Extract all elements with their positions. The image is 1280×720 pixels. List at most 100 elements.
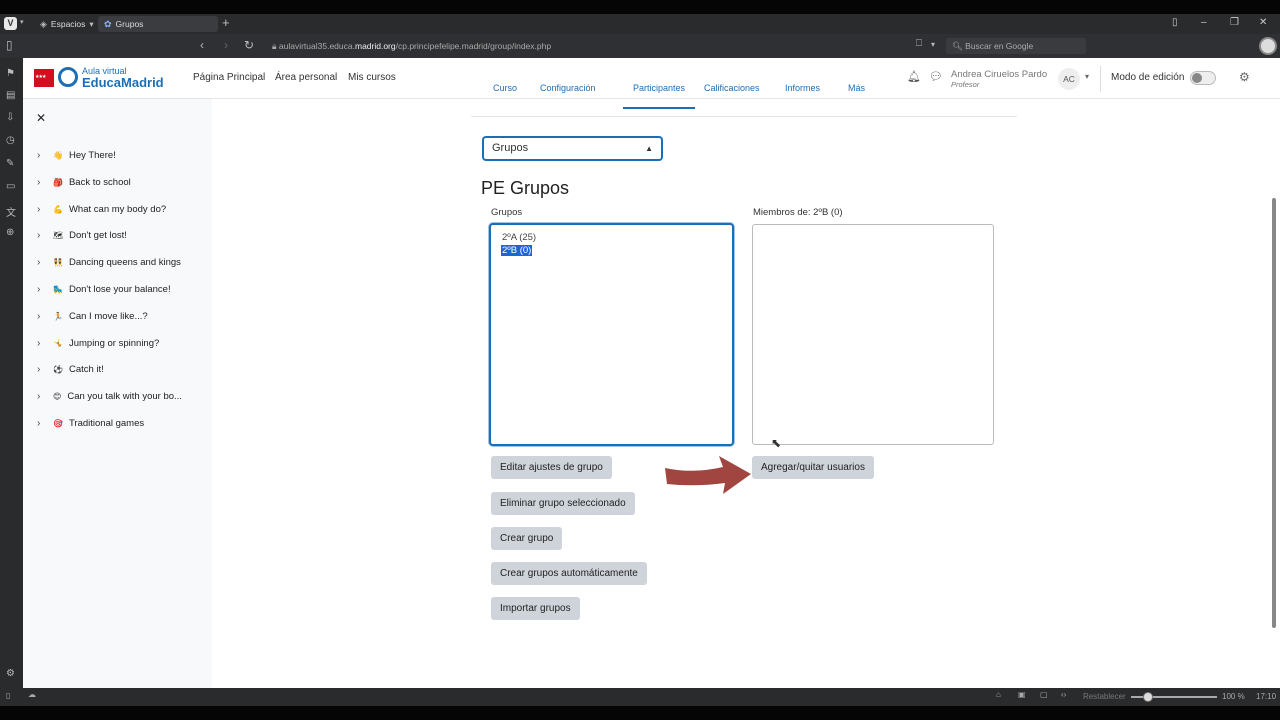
members-label: Miembros de: 2ºB (0) xyxy=(753,207,843,218)
reload-icon[interactable]: ↻ xyxy=(244,38,254,52)
nav-home[interactable]: Página Principal xyxy=(193,72,265,83)
section-label: Hey There! xyxy=(68,150,116,161)
tab-settings[interactable]: Configuración xyxy=(540,83,596,93)
close-window-icon[interactable]: ✕ xyxy=(1259,17,1267,28)
course-section-item[interactable]: › 🗺 Don't get lost! xyxy=(37,230,207,241)
close-icon[interactable]: ✕ xyxy=(36,111,46,125)
nav-dashboard[interactable]: Área personal xyxy=(275,72,337,83)
section-emoji-icon: ⚽ xyxy=(53,365,63,375)
tab-grades[interactable]: Calificaciones xyxy=(704,83,760,93)
image-icon[interactable]: ▣ xyxy=(1018,690,1026,699)
zoom-slider-thumb[interactable] xyxy=(1143,692,1153,702)
avatar[interactable]: AC xyxy=(1058,68,1080,90)
tab-grupos[interactable]: ✿ Grupos xyxy=(98,16,218,32)
delete-group-button[interactable]: Eliminar grupo seleccionado xyxy=(491,492,635,515)
chevron-right-icon[interactable]: › xyxy=(37,338,47,349)
chat-icon[interactable]: 💬︎ xyxy=(929,70,943,83)
create-group-button[interactable]: Crear grupo xyxy=(491,527,563,550)
downloads-icon[interactable]: ⇩ xyxy=(6,112,14,123)
chevron-right-icon[interactable]: › xyxy=(37,311,47,322)
trash-icon[interactable]: ▯ xyxy=(1172,17,1178,28)
tab-more[interactable]: Más xyxy=(848,83,865,93)
zoom-slider[interactable] xyxy=(1131,692,1217,702)
chevron-right-icon[interactable]: › xyxy=(37,284,47,295)
tab-course[interactable]: Curso xyxy=(493,83,517,93)
groups-listbox[interactable]: 2ºA (25) 2ºB (0) xyxy=(489,223,734,446)
back-icon[interactable]: ‹ xyxy=(200,38,204,52)
bookmark-menu-icon[interactable]: ▾ xyxy=(931,40,935,49)
panel-icon[interactable]: ▯ xyxy=(6,691,10,700)
history-icon[interactable]: ◷ xyxy=(6,135,15,146)
chevron-right-icon[interactable]: › xyxy=(37,204,47,215)
course-section-item[interactable]: › 🎒 Back to school xyxy=(37,177,207,188)
reset-zoom-label[interactable]: Restablecer xyxy=(1083,692,1126,701)
tab-reports[interactable]: Informes xyxy=(785,83,820,93)
panel-toggle-icon[interactable]: ▯ xyxy=(6,38,13,52)
chevron-right-icon[interactable]: › xyxy=(37,230,47,241)
scrollbar[interactable] xyxy=(1272,198,1276,628)
top-black-bar xyxy=(0,0,1280,14)
participants-nav-select[interactable]: Grupos ▲ xyxy=(482,136,663,161)
group-option-2a[interactable]: 2ºA (25) xyxy=(501,232,537,243)
notes-icon[interactable]: ✎ xyxy=(6,158,14,169)
chevron-right-icon[interactable]: › xyxy=(37,150,47,161)
chevron-right-icon[interactable]: › xyxy=(37,391,47,402)
profile-avatar[interactable] xyxy=(1259,37,1277,55)
section-label: Dancing queens and kings xyxy=(68,257,181,269)
vivaldi-logo-icon[interactable]: V xyxy=(4,17,17,30)
menu-chevron-icon[interactable]: ▾ xyxy=(20,18,24,26)
tab-spaces[interactable]: ◈ Espacios ▾ xyxy=(34,16,100,32)
settings-icon[interactable]: ⚙ xyxy=(6,668,15,679)
add-remove-users-button[interactable]: Agregar/quitar usuarios xyxy=(752,456,874,479)
translate-icon[interactable]: 文 xyxy=(6,204,16,219)
course-section-item[interactable]: › 💪 What can my body do? xyxy=(37,204,207,215)
add-panel-icon[interactable]: ⊕ xyxy=(6,227,14,238)
chevron-right-icon[interactable]: › xyxy=(37,257,47,268)
chevron-right-icon[interactable]: › xyxy=(37,177,47,188)
educamadrid-logo-icon[interactable] xyxy=(58,67,78,87)
course-section-item[interactable]: › 😊 Can you talk with your bo... xyxy=(37,391,207,402)
user-menu-chevron-icon[interactable]: ▾ xyxy=(1085,72,1089,81)
course-section-item[interactable]: › 🏃 Can I move like...? xyxy=(37,311,207,322)
clock: 17:10 xyxy=(1256,692,1277,701)
cloud-icon[interactable]: ☁ xyxy=(28,690,36,699)
maximize-icon[interactable]: ❐ xyxy=(1230,17,1239,28)
edit-mode-toggle[interactable] xyxy=(1190,71,1216,85)
status-page-icon[interactable]: ⌂ xyxy=(996,690,1001,699)
course-index-drawer: ✕ › 👋 Hey There! › 🎒 Back to school › 💪 What can… xyxy=(23,99,212,688)
code-icon[interactable]: ‹› xyxy=(1061,690,1066,699)
import-groups-button[interactable]: Importar grupos xyxy=(491,597,580,620)
madrid-flag-icon[interactable] xyxy=(34,69,54,87)
new-tab-icon[interactable]: + xyxy=(222,15,230,30)
user-name[interactable]: Andrea Ciruelos Pardo xyxy=(951,69,1047,80)
course-section-item[interactable]: › 👋 Hey There! xyxy=(37,150,207,161)
chevron-right-icon[interactable]: › xyxy=(37,418,47,429)
gear-icon[interactable]: ⚙︎ xyxy=(1239,70,1250,84)
course-section-item[interactable]: › 🤸 Jumping or spinning? xyxy=(37,338,207,349)
search-field[interactable]: 🔍︎ Buscar en Google xyxy=(946,38,1086,54)
lock-icon: 🔒︎ xyxy=(272,41,279,51)
tab-participants[interactable]: Participantes xyxy=(623,83,696,109)
course-section-item[interactable]: › 👯 Dancing queens and kings xyxy=(37,257,207,268)
reading-list-icon[interactable]: ▤ xyxy=(6,90,15,101)
forward-icon[interactable]: › xyxy=(224,38,228,52)
window-panel-icon[interactable]: ▭ xyxy=(6,181,15,192)
group-option-2b[interactable]: 2ºB (0) xyxy=(499,244,534,257)
minimize-icon[interactable]: – xyxy=(1201,17,1207,28)
members-listbox[interactable] xyxy=(752,224,994,445)
bookmark-icon[interactable]: ⎕ xyxy=(916,38,922,49)
section-label: What can my body do? xyxy=(68,203,167,215)
bell-icon[interactable]: 🔔︎ xyxy=(907,70,921,83)
auto-create-groups-button[interactable]: Crear grupos automáticamente xyxy=(491,562,647,585)
tile-icon[interactable]: ▢ xyxy=(1040,690,1048,699)
chevron-right-icon[interactable]: › xyxy=(37,364,47,375)
course-section-item[interactable]: › 🛼 Don't lose your balance! xyxy=(37,284,207,295)
logo-title[interactable]: EducaMadrid xyxy=(82,75,164,90)
course-section-item[interactable]: › 🎯 Traditional games xyxy=(37,418,207,429)
edit-group-button[interactable]: Editar ajustes de grupo xyxy=(491,456,612,479)
url-field[interactable]: 🔒︎ aulavirtual35.educa.madrid.org/cp.pri… xyxy=(262,38,942,54)
bookmarks-panel-icon[interactable]: ⚑ xyxy=(6,68,15,79)
section-emoji-icon: 🤸 xyxy=(53,338,63,348)
nav-my-courses[interactable]: Mis cursos xyxy=(348,72,396,83)
course-section-item[interactable]: › ⚽ Catch it! xyxy=(37,364,207,375)
